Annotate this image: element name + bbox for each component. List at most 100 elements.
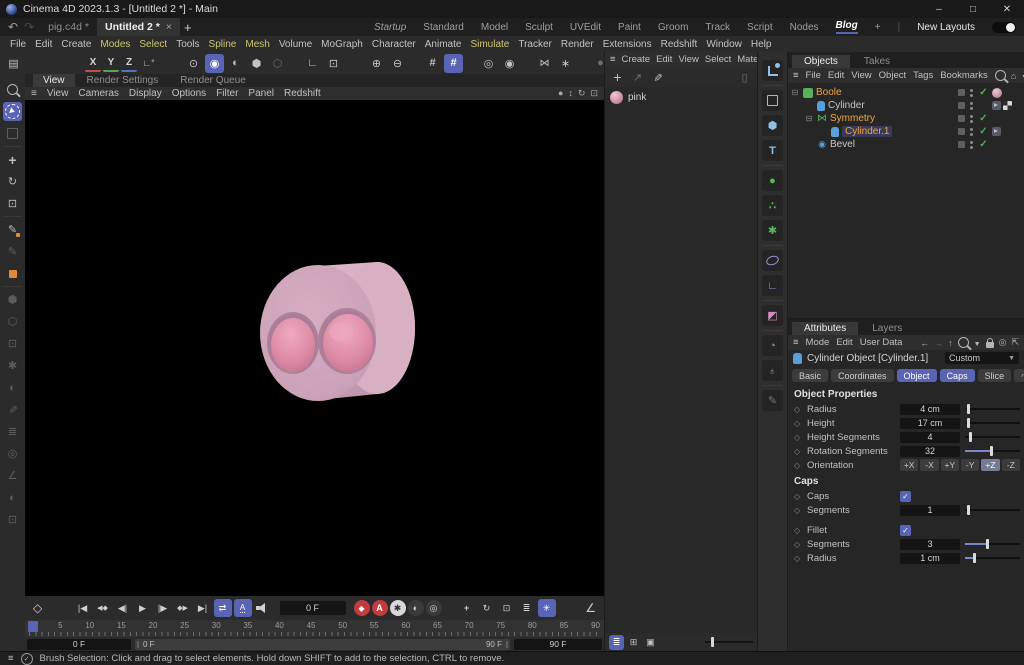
metaball-icon[interactable]: [762, 195, 783, 216]
current-frame-field[interactable]: 0 F: [280, 601, 346, 615]
parent-object-icon[interactable]: [948, 338, 953, 348]
keyframe-dot-icon[interactable]: ◇: [794, 506, 802, 515]
texture-mode-icon[interactable]: [226, 54, 245, 73]
menu-tracker[interactable]: Tracker: [518, 39, 552, 50]
close-hole-tool-icon[interactable]: [3, 444, 22, 463]
orientation-plus-x[interactable]: +X: [900, 459, 918, 471]
attributes-menu-edit[interactable]: Edit: [836, 337, 852, 348]
orientation-minus-x[interactable]: -X: [920, 459, 938, 471]
timeline-ruler[interactable]: 0 5 10 15 20 25 30 35 40 45 50 55 60 65 …: [25, 620, 604, 637]
attributes-lock-icon[interactable]: [986, 338, 994, 348]
search-commander-icon[interactable]: [3, 80, 22, 99]
menu-character[interactable]: Character: [372, 39, 416, 50]
previous-key-button[interactable]: [94, 599, 112, 617]
keyframe-dot-icon[interactable]: ◇: [794, 526, 802, 535]
layout-script[interactable]: Script: [747, 22, 773, 33]
enable-axis-icon[interactable]: [367, 54, 386, 73]
smear-tool-icon[interactable]: [3, 264, 22, 283]
objects-menu-edit[interactable]: Edit: [828, 70, 844, 81]
go-to-start-button[interactable]: [74, 599, 92, 617]
caps-checkbox[interactable]: ✓: [900, 491, 911, 502]
menu-mograph[interactable]: MoGraph: [321, 39, 363, 50]
enable-toggle[interactable]: [958, 102, 965, 109]
history-forward-icon[interactable]: [934, 338, 943, 348]
height-slider[interactable]: [965, 422, 1020, 424]
tree-row-boole[interactable]: ⊟ Boole ✓: [790, 86, 1022, 99]
y-axis-lock[interactable]: Y: [103, 54, 119, 72]
tree-row-cylinder1[interactable]: Cylinder.1 ✓: [790, 125, 1022, 138]
objects-menu-file[interactable]: File: [806, 70, 821, 81]
object-name-selected[interactable]: Cylinder.1: [842, 126, 892, 137]
layout-paint[interactable]: Paint: [618, 22, 641, 33]
add-material-button[interactable]: [609, 69, 626, 86]
object-name[interactable]: Symmetry: [830, 113, 875, 124]
keyframe-dot-icon[interactable]: ◇: [794, 492, 802, 501]
material-list-view-icon[interactable]: [609, 635, 624, 650]
axis-center-icon[interactable]: [388, 54, 407, 73]
vpmenu-redshift[interactable]: Redshift: [284, 88, 321, 99]
phong-tag-icon[interactable]: [992, 127, 1001, 136]
camera-orbit-icon[interactable]: [578, 88, 586, 99]
phong-tag-icon[interactable]: [992, 101, 1001, 110]
go-to-end-button[interactable]: [194, 599, 212, 617]
material-item-pink[interactable]: pink: [610, 91, 752, 104]
objects-home-icon[interactable]: [1011, 71, 1016, 81]
menu-modes[interactable]: Modes: [100, 39, 130, 50]
volume-builder-icon[interactable]: [762, 335, 783, 356]
menu-window[interactable]: Window: [706, 39, 742, 50]
enable-toggle[interactable]: [958, 115, 965, 122]
menu-help[interactable]: Help: [751, 39, 772, 50]
menu-select[interactable]: Select: [139, 39, 167, 50]
keyframe-dot-icon[interactable]: ◇: [794, 447, 802, 456]
character-icon[interactable]: [762, 360, 783, 381]
object-name[interactable]: Bevel: [830, 139, 855, 150]
material-tag-icon[interactable]: [992, 88, 1002, 98]
pick-material-icon[interactable]: [649, 69, 666, 86]
tab-render-settings[interactable]: Render Settings: [77, 74, 169, 87]
loop-playback-button[interactable]: [214, 599, 232, 617]
layout-startup[interactable]: Startup: [374, 22, 406, 33]
minimize-button[interactable]: [922, 0, 956, 18]
enable-toggle[interactable]: [958, 141, 965, 148]
menu-spline[interactable]: Spline: [209, 39, 237, 50]
tab-basic[interactable]: Basic: [792, 369, 828, 382]
object-name[interactable]: Cylinder: [828, 100, 865, 111]
fillet-segments-field[interactable]: 3: [900, 539, 960, 550]
vpmenu-filter[interactable]: Filter: [216, 88, 238, 99]
status-hamburger-icon[interactable]: [8, 653, 14, 664]
range-start-field[interactable]: 0 F: [27, 639, 131, 650]
primitive-cube-icon[interactable]: [762, 115, 783, 136]
scene-nodes-icon[interactable]: [762, 390, 783, 411]
vpmenu-view[interactable]: View: [47, 88, 69, 99]
visibility-dots[interactable]: [970, 102, 973, 110]
orientation-plus-y[interactable]: +Y: [941, 459, 959, 471]
workplane-mode-icon[interactable]: [303, 54, 322, 73]
z-axis-lock[interactable]: Z: [121, 54, 137, 72]
attributes-popout-icon[interactable]: [1011, 337, 1019, 348]
menu-extensions[interactable]: Extensions: [603, 39, 652, 50]
fillet-radius-slider[interactable]: [965, 557, 1020, 559]
snap-disabled-icon[interactable]: [423, 54, 442, 73]
material-menu-view[interactable]: View: [678, 54, 698, 65]
modeling-settings-icon[interactable]: [3, 356, 22, 375]
fillet-radius-field[interactable]: 1 cm: [900, 553, 960, 564]
keyframe-settings-button[interactable]: [390, 600, 406, 616]
menu-animate[interactable]: Animate: [425, 39, 462, 50]
rotate-tool-icon[interactable]: [3, 172, 22, 191]
menu-simulate[interactable]: Simulate: [470, 39, 509, 50]
vpmenu-options[interactable]: Options: [172, 88, 206, 99]
workplane-icon[interactable]: [139, 54, 158, 73]
height-segments-slider[interactable]: [965, 436, 1020, 438]
sketch-tool-icon[interactable]: [3, 242, 22, 261]
objects-hamburger-icon[interactable]: [793, 70, 799, 81]
snap-enabled-icon[interactable]: [444, 54, 463, 73]
keyframe-dot-icon[interactable]: ◇: [794, 461, 802, 470]
tree-row-symmetry[interactable]: ⊟ ⋈ Symmetry ✓: [790, 112, 1022, 125]
layout-uvedit[interactable]: UVEdit: [570, 22, 601, 33]
tab-view[interactable]: View: [33, 74, 75, 87]
keyframe-diamond-icon[interactable]: [33, 601, 42, 615]
material-menu-select[interactable]: Select: [705, 54, 731, 65]
camera-zoom-icon[interactable]: [568, 88, 573, 99]
keyframe-dot-icon[interactable]: ◇: [794, 405, 802, 414]
subdivision-surface-icon[interactable]: [762, 170, 783, 191]
